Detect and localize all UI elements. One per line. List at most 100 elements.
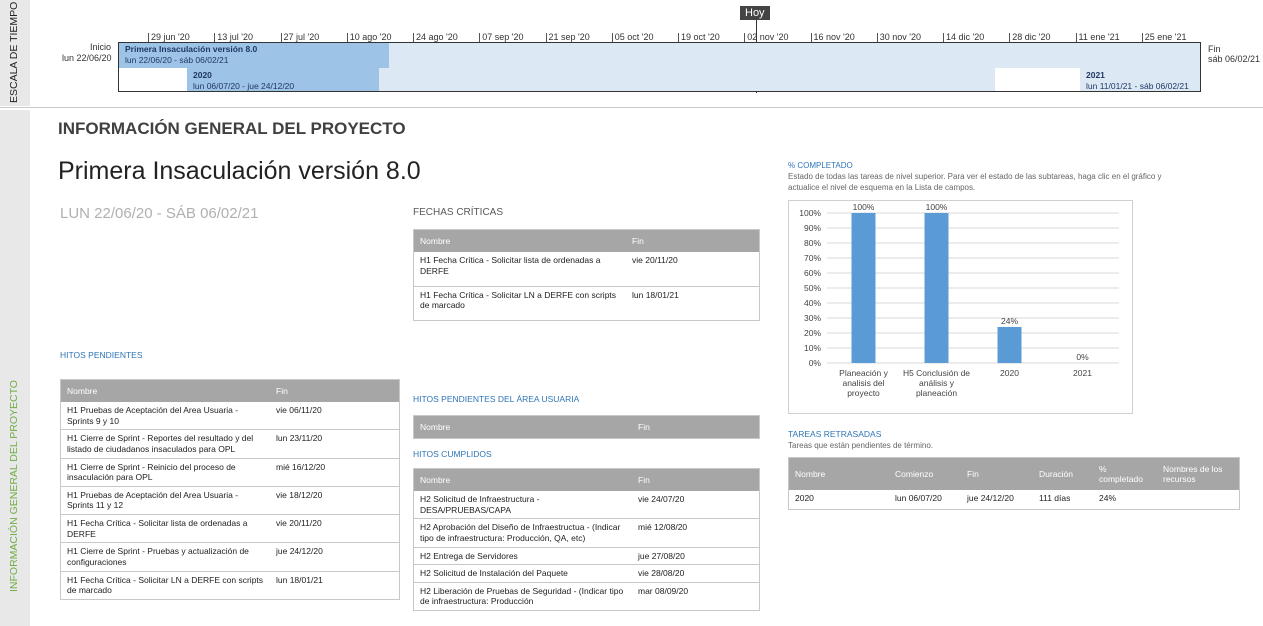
timeline-start-date: lun 22/06/20 <box>62 53 112 63</box>
column-header: Fin <box>632 415 760 439</box>
table-cell <box>1157 489 1240 510</box>
chart-ytick-label: 0% <box>809 358 822 368</box>
column-header: Comienzo <box>889 457 961 490</box>
column-header: Fin <box>961 457 1033 490</box>
section-divider <box>0 107 1263 108</box>
table-row[interactable]: H1 Cierre de Sprint - Pruebas y actualiz… <box>60 542 400 572</box>
project-dates: LUN 22/06/20 - SÁB 06/02/21 <box>60 205 259 222</box>
table-row[interactable]: H1 Fecha Crítica - Solicitar lista de or… <box>413 252 760 287</box>
table-row[interactable]: H2 Aprobación del Diseño de Infraestruct… <box>413 518 760 548</box>
table-cell: jue 24/12/20 <box>270 542 400 572</box>
table-row[interactable]: 2020 lun 06/07/20 jue 24/12/20 111 días … <box>788 489 1240 510</box>
table-cell: H2 Solicitud de Infraestructura - DESA/P… <box>413 491 632 520</box>
table-cell: mié 12/08/20 <box>632 518 760 548</box>
table-cell: jue 27/08/20 <box>632 547 760 566</box>
chart-data-label: 24% <box>1001 316 1018 326</box>
report-rail-label: INFORMACIÓN GENERAL DEL PROYECTO <box>8 380 20 592</box>
table-cell: mié 16/12/20 <box>270 458 400 487</box>
table-row[interactable]: H1 Pruebas de Aceptación del Area Usuari… <box>60 486 400 516</box>
timeline-rail-label: ESCALA DE TIEMPO <box>8 1 20 103</box>
critical-dates-table: Nombre Fin H1 Fecha Crítica - Solicitar … <box>413 229 760 321</box>
table-cell: vie 24/07/20 <box>632 491 760 520</box>
column-header: Fin <box>626 229 760 252</box>
timeline-tick-label: 14 dic '20 <box>942 32 985 42</box>
table-row[interactable]: H1 Pruebas de Aceptación del Area Usuari… <box>60 402 400 431</box>
table-cell: H1 Fecha Crítica - Solicitar LN a DERFE … <box>60 571 270 600</box>
column-header: Nombre <box>60 379 270 402</box>
table-cell: vie 20/11/20 <box>626 252 760 287</box>
chart-ytick-label: 20% <box>804 328 821 338</box>
project-name: Primera Insaculación versión 8.0 <box>58 157 421 185</box>
timeline-start-label: Inicio <box>90 42 112 52</box>
table-cell: H1 Fecha Crítica - Solicitar lista de or… <box>60 514 270 544</box>
chart-category-label: 2020 <box>1000 368 1019 378</box>
table-cell: lun 18/01/21 <box>270 571 400 600</box>
late-tasks-description: Tareas que están pendientes de término. <box>788 441 933 450</box>
timeline-tick-label: 28 dic '20 <box>1009 32 1051 42</box>
timeline-tick-label: 07 sep '20 <box>479 32 524 42</box>
table-row[interactable]: H1 Cierre de Sprint - Reinicio del proce… <box>60 458 400 487</box>
column-header: Fin <box>632 468 760 491</box>
chart-ytick-label: 10% <box>804 343 821 353</box>
timeline-tick-label: 27 jul '20 <box>280 32 320 42</box>
timeline-bar-2020[interactable]: 2020 lun 06/07/20 - jue 24/12/20 <box>187 68 995 92</box>
timeline-tick-label: 13 jul '20 <box>214 32 253 42</box>
timeline-tick-label: 21 sep '20 <box>545 32 590 42</box>
chart-ytick-label: 70% <box>804 253 821 263</box>
table-cell: H1 Cierre de Sprint - Reportes del resul… <box>60 429 270 459</box>
report-header: INFORMACIÓN GENERAL DEL PROYECTO <box>58 119 406 138</box>
table-cell: H1 Cierre de Sprint - Reinicio del proce… <box>60 458 270 487</box>
column-header: % completado <box>1093 457 1157 490</box>
chart-ytick-label: 50% <box>804 283 821 293</box>
chart-data-label: 100% <box>926 202 948 212</box>
critical-dates-title: FECHAS CRÍTICAS <box>413 207 504 218</box>
table-row[interactable]: H2 Solicitud de Infraestructura - DESA/P… <box>413 491 760 520</box>
completed-milestones-table: Nombre Fin H2 Solicitud de Infraestructu… <box>413 468 760 612</box>
table-cell: lun 06/07/20 <box>889 489 961 510</box>
percent-complete-chart-svg: 0% 10% 20% 30% 40% 50% 60% 70% 80% 90% 100% 100% Pla… <box>799 202 1119 398</box>
table-row[interactable]: H2 Solicitud de Instalación del Paquete v… <box>413 564 760 583</box>
timeline-bar-2021[interactable]: 2021 lun 11/01/21 - sáb 06/02/21 <box>1080 68 1201 92</box>
table-cell: H2 Aprobación del Diseño de Infraestruct… <box>413 518 632 548</box>
table-row[interactable]: H2 Liberación de Pruebas de Seguridad - … <box>413 582 760 612</box>
percent-complete-chart[interactable]: 0% 10% 20% 30% 40% 50% 60% 70% 80% 90% 100% 100% Pla… <box>788 200 1133 414</box>
timeline-end-label: Fin <box>1208 44 1221 54</box>
table-row[interactable]: H1 Cierre de Sprint - Reportes del resul… <box>60 429 400 459</box>
table-cell: 24% <box>1093 489 1157 510</box>
timeline-bar-2021-title: 2021 <box>1086 70 1105 80</box>
timeline-tick-label: 25 ene '21 <box>1141 32 1187 42</box>
timeline-tick-label: 29 jun '20 <box>148 32 190 42</box>
timeline-bar-project[interactable]: Primera Insaculación versión 8.0 lun 22/… <box>118 42 1201 68</box>
table-row[interactable]: H1 Fecha Crítica - Solicitar lista de or… <box>60 514 400 544</box>
table-row[interactable]: H2 Entrega de Servidores jue 27/08/20 <box>413 547 760 566</box>
timeline-bar-2020-dates: lun 06/07/20 - jue 24/12/20 <box>193 81 295 91</box>
chart-bar <box>851 213 876 363</box>
percent-complete-title: % COMPLETADO <box>788 161 853 170</box>
table-row[interactable]: H1 Fecha Crítica - Solicitar LN a DERFE … <box>413 286 760 321</box>
chart-ytick-label: 80% <box>804 238 821 248</box>
chart-ytick-label: 100% <box>799 208 821 218</box>
table-cell: mar 08/09/20 <box>632 582 760 612</box>
table-cell: 111 días <box>1033 489 1093 510</box>
timeline-tick-label: 24 ago '20 <box>413 32 458 42</box>
timeline-bar-2021-dates: lun 11/01/21 - sáb 06/02/21 <box>1086 81 1189 91</box>
table-cell: 2020 <box>788 489 889 510</box>
chart-category-label: analisis del <box>842 378 884 388</box>
chart-ytick-label: 90% <box>804 223 821 233</box>
today-marker-label: Hoy <box>740 6 770 20</box>
table-cell: vie 20/11/20 <box>270 514 400 544</box>
table-row[interactable]: H1 Fecha Crítica - Solicitar LN a DERFE … <box>60 571 400 600</box>
table-cell: H2 Solicitud de Instalación del Paquete <box>413 564 632 583</box>
timeline-tick-label: 10 ago '20 <box>346 32 392 42</box>
chart-category-label: análisis y <box>919 378 955 388</box>
table-cell: vie 28/08/20 <box>632 564 760 583</box>
timeline-tick-label: 30 nov '20 <box>876 32 922 42</box>
user-area-milestones-table: Nombre Fin <box>413 415 760 439</box>
chart-category-label: proyecto <box>847 388 880 398</box>
chart-category-label: planeación <box>916 388 957 398</box>
timeline-bar-2020-title: 2020 <box>193 70 212 80</box>
timeline-rail: ESCALA DE TIEMPO <box>0 0 30 106</box>
chart-ytick-label: 40% <box>804 298 821 308</box>
timeline-bar-title: Primera Insaculación versión 8.0 <box>125 44 258 54</box>
timeline-tick-label: 16 nov '20 <box>810 32 855 42</box>
